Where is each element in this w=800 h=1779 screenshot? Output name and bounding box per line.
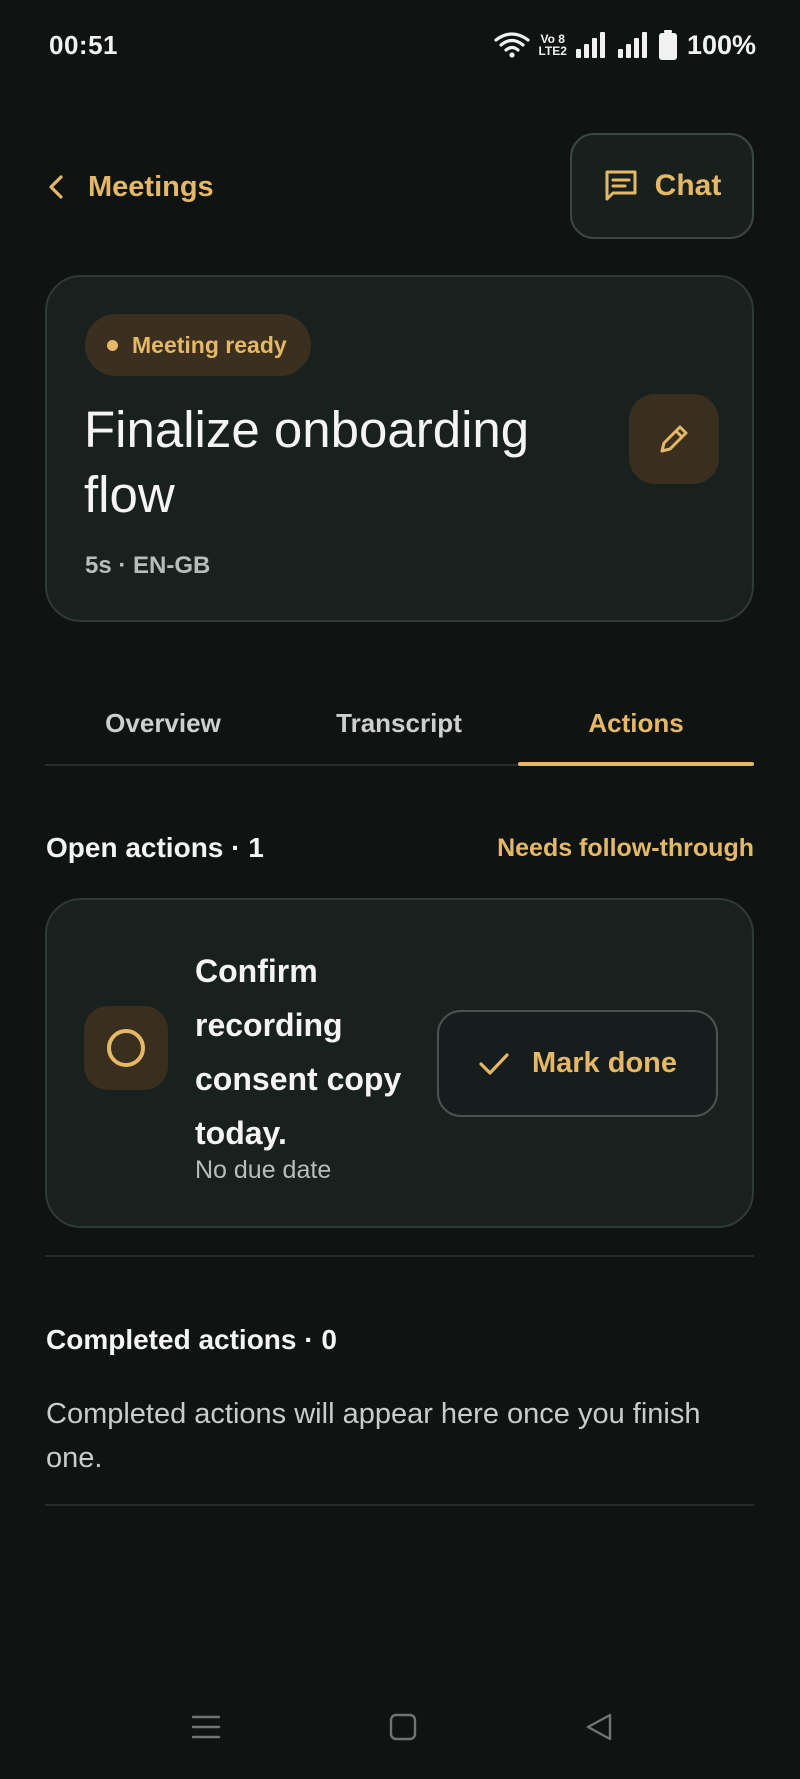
tab-overview[interactable]: Overview bbox=[45, 680, 281, 766]
mark-done-button[interactable]: Mark done bbox=[437, 1010, 718, 1117]
mark-done-label: Mark done bbox=[531, 1047, 678, 1079]
status-bar: 00:51 Vo 8 LTE2 100% bbox=[0, 0, 800, 92]
signal-sim2-icon bbox=[617, 32, 647, 58]
signal-sim1-icon bbox=[575, 32, 605, 58]
tab-actions[interactable]: Actions bbox=[518, 680, 754, 766]
checkmark-icon bbox=[479, 1052, 509, 1075]
system-back-button[interactable] bbox=[574, 1702, 624, 1752]
system-navigation-bar bbox=[0, 1690, 800, 1770]
triangle-back-icon bbox=[586, 1713, 612, 1741]
active-tab-indicator bbox=[518, 762, 754, 766]
battery-icon bbox=[658, 30, 677, 60]
chat-label: Chat bbox=[654, 169, 722, 202]
chevron-left-icon bbox=[49, 175, 63, 199]
completed-actions-heading: Completed actions · 0 bbox=[46, 1324, 337, 1355]
meeting-tabs: Overview Transcript Actions bbox=[45, 680, 754, 766]
status-dot-icon bbox=[107, 339, 118, 351]
meeting-meta: 5s · EN-GB bbox=[85, 552, 211, 579]
edit-title-button[interactable] bbox=[629, 394, 719, 484]
battery-percent: 100% bbox=[686, 29, 756, 60]
volte-indicator: Vo 8 LTE2 bbox=[538, 33, 566, 57]
back-label: Meetings bbox=[88, 170, 214, 203]
menu-lines-icon bbox=[191, 1715, 221, 1739]
section-divider bbox=[45, 1255, 754, 1257]
back-to-meetings-button[interactable]: Meetings bbox=[46, 154, 214, 220]
circle-outline-icon bbox=[107, 1029, 145, 1067]
action-item-card: Confirm recording consent copy today. No… bbox=[45, 898, 754, 1228]
action-text: Confirm recording consent copy today. bbox=[195, 953, 402, 1151]
section-divider bbox=[45, 1504, 754, 1506]
completed-empty-state: Completed actions will appear here once … bbox=[46, 1398, 701, 1474]
pencil-icon bbox=[660, 425, 688, 453]
meeting-status-badge: Meeting ready bbox=[85, 314, 311, 376]
meeting-title: Finalize onboarding flow bbox=[84, 401, 530, 523]
recent-apps-button[interactable] bbox=[181, 1702, 231, 1752]
square-home-icon bbox=[389, 1713, 417, 1741]
status-badge-label: Meeting ready bbox=[132, 331, 287, 358]
meeting-actions-screen: 00:51 Vo 8 LTE2 100% Meetings Chat Meeti… bbox=[0, 0, 800, 1779]
open-actions-heading: Open actions · 1 bbox=[46, 832, 264, 863]
tab-transcript[interactable]: Transcript bbox=[281, 680, 517, 766]
action-complete-toggle[interactable] bbox=[84, 1006, 168, 1090]
volte-bottom-label: LTE2 bbox=[538, 44, 567, 58]
chat-button[interactable]: Chat bbox=[570, 133, 754, 239]
meeting-summary-card: Meeting ready Finalize onboarding flow 5… bbox=[45, 275, 754, 622]
needs-follow-through-link[interactable]: Needs follow-through bbox=[497, 834, 754, 863]
home-button[interactable] bbox=[378, 1702, 428, 1752]
action-due-date: No due date bbox=[195, 1156, 332, 1184]
chat-bubble-icon bbox=[605, 170, 637, 201]
status-icons: Vo 8 LTE2 100% bbox=[494, 28, 756, 62]
status-time: 00:51 bbox=[49, 30, 118, 60]
wifi-icon bbox=[494, 32, 531, 58]
